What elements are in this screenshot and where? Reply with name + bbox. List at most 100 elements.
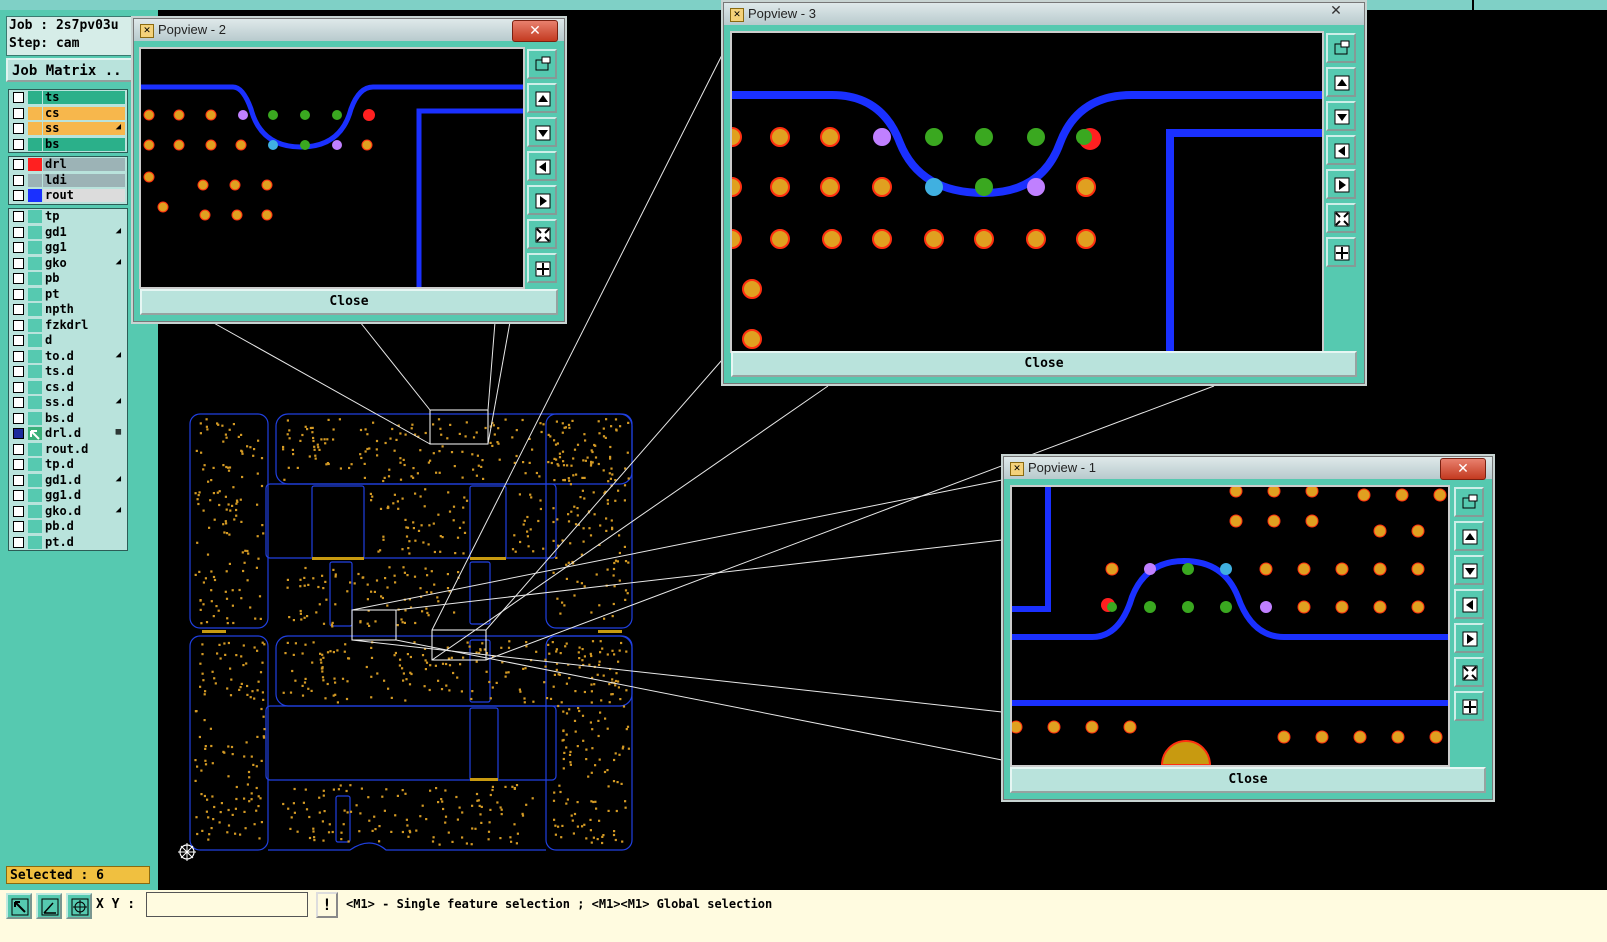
layer-row-d[interactable]: d [9, 333, 127, 349]
layer-row-ss[interactable]: ss ◢ [9, 121, 127, 137]
popview-1-close-x-button[interactable]: ✕ [1440, 458, 1486, 480]
view-tool-button[interactable] [1326, 135, 1356, 165]
layer-row-tp-d[interactable]: tp.d [9, 457, 127, 473]
popview-1-viewport[interactable] [1010, 485, 1450, 767]
job-matrix-button[interactable]: Job Matrix .. [6, 58, 134, 82]
layer-checkbox[interactable] [13, 273, 24, 284]
layer-color-swatch[interactable] [28, 256, 42, 270]
layer-color-swatch[interactable] [28, 158, 42, 171]
layer-name[interactable]: cs.d [43, 380, 125, 394]
layer-color-swatch[interactable] [28, 91, 42, 104]
layer-row-rout-d[interactable]: rout.d [9, 442, 127, 458]
view-tool-button[interactable] [1454, 521, 1484, 551]
layer-name[interactable]: rout.d [43, 442, 125, 456]
select-tool-button[interactable] [6, 893, 32, 919]
layer-name[interactable]: gd1.d [43, 473, 125, 487]
layer-name[interactable]: rout [43, 189, 125, 202]
layer-name[interactable]: ss.d [43, 396, 125, 409]
layer-row-bs-d[interactable]: bs.d [9, 411, 127, 427]
layer-color-swatch[interactable] [28, 520, 42, 533]
layer-color-swatch[interactable] [28, 173, 42, 187]
layer-name[interactable]: ts.d [43, 365, 125, 378]
layer-row-npth[interactable]: npth [9, 302, 127, 318]
layer-color-swatch[interactable] [28, 318, 42, 332]
layer-name[interactable]: ldi [43, 173, 125, 187]
layer-checkbox[interactable] [13, 288, 24, 300]
layer-row-pt[interactable]: pt [9, 287, 127, 303]
popview-2-viewport[interactable] [139, 47, 525, 289]
layer-checkbox[interactable] [13, 174, 24, 186]
popview-2-close-x-button[interactable]: ✕ [512, 20, 558, 42]
view-tool-button[interactable] [527, 185, 557, 215]
layer-color-swatch[interactable] [28, 106, 42, 120]
layer-checkbox[interactable] [13, 521, 24, 532]
view-tool-button[interactable] [1326, 101, 1356, 131]
layer-name[interactable]: npth [43, 303, 125, 316]
layer-row-pb[interactable]: pb [9, 271, 127, 287]
layer-color-swatch[interactable] [28, 189, 42, 202]
layer-row-ss-d[interactable]: ss.d ◢ [9, 395, 127, 411]
view-tool-button[interactable] [1454, 589, 1484, 619]
layer-row-ts[interactable]: ts [9, 90, 127, 106]
popview-2-close-button[interactable]: Close [140, 289, 558, 315]
layer-checkbox[interactable] [13, 505, 24, 517]
layer-name[interactable]: bs [43, 137, 125, 151]
layer-checkbox[interactable] [13, 381, 24, 393]
layer-checkbox[interactable] [13, 138, 24, 150]
layer-name[interactable]: d [43, 334, 125, 347]
layer-name[interactable]: cs [43, 106, 125, 120]
layer-name[interactable]: pt [43, 287, 125, 301]
layer-row-gko[interactable]: gko ◢ [9, 256, 127, 272]
layer-checkbox[interactable] [13, 226, 24, 238]
layer-name[interactable]: ss [43, 122, 125, 135]
layer-row-ts-d[interactable]: ts.d [9, 364, 127, 380]
layer-name[interactable]: pb [43, 272, 125, 285]
layer-color-swatch[interactable] [28, 380, 42, 394]
layer-row-rout[interactable]: rout [9, 188, 127, 204]
layer-name[interactable]: drl.d [43, 427, 125, 440]
layer-checkbox[interactable] [13, 474, 24, 486]
popview-3-viewport[interactable] [730, 31, 1324, 353]
view-tool-button[interactable] [527, 83, 557, 113]
layer-color-swatch[interactable] [28, 411, 42, 425]
layer-checkbox[interactable] [13, 107, 24, 119]
layer-row-gg1[interactable]: gg1 [9, 240, 127, 256]
view-tool-button[interactable] [1326, 237, 1356, 267]
view-tool-button[interactable] [1454, 623, 1484, 653]
layer-color-swatch[interactable] [28, 287, 42, 301]
layer-color-swatch[interactable] [28, 122, 42, 135]
layer-checkbox[interactable] [13, 536, 24, 548]
layer-row-tp[interactable]: tp [9, 209, 127, 225]
layer-checkbox[interactable] [13, 443, 24, 455]
layer-color-swatch[interactable] [28, 489, 42, 502]
layer-checkbox[interactable] [13, 242, 24, 253]
layer-name[interactable]: to.d [43, 349, 125, 363]
layer-color-swatch[interactable] [28, 137, 42, 151]
layer-color-swatch[interactable] [28, 334, 42, 347]
layer-name[interactable]: bs.d [43, 411, 125, 425]
layer-color-swatch[interactable] [28, 427, 42, 440]
info-button[interactable]: ! [316, 892, 338, 918]
layer-checkbox[interactable] [13, 257, 24, 269]
layer-color-swatch[interactable] [28, 458, 42, 471]
view-tool-button[interactable] [1454, 555, 1484, 585]
layer-color-swatch[interactable] [28, 303, 42, 316]
layer-color-swatch[interactable] [28, 442, 42, 456]
layer-name[interactable]: ts [43, 91, 125, 104]
layer-color-swatch[interactable] [28, 473, 42, 487]
layer-name[interactable]: gg1 [43, 241, 125, 254]
layer-row-fzkdrl[interactable]: fzkdrl [9, 318, 127, 334]
view-tool-button[interactable] [527, 253, 557, 283]
layer-checkbox[interactable] [13, 428, 24, 439]
view-tool-button[interactable] [1326, 33, 1356, 63]
view-tool-button[interactable] [1454, 487, 1484, 517]
popview-3-close-button[interactable]: Close [731, 351, 1357, 377]
layer-checkbox[interactable] [13, 335, 24, 346]
layer-checkbox[interactable] [13, 159, 24, 170]
layer-row-bs[interactable]: bs [9, 137, 127, 153]
layer-name[interactable]: pb.d [43, 520, 125, 533]
layer-checkbox[interactable] [13, 123, 24, 134]
view-tool-button[interactable] [527, 219, 557, 249]
layer-checkbox[interactable] [13, 190, 24, 201]
layer-color-swatch[interactable] [28, 225, 42, 239]
